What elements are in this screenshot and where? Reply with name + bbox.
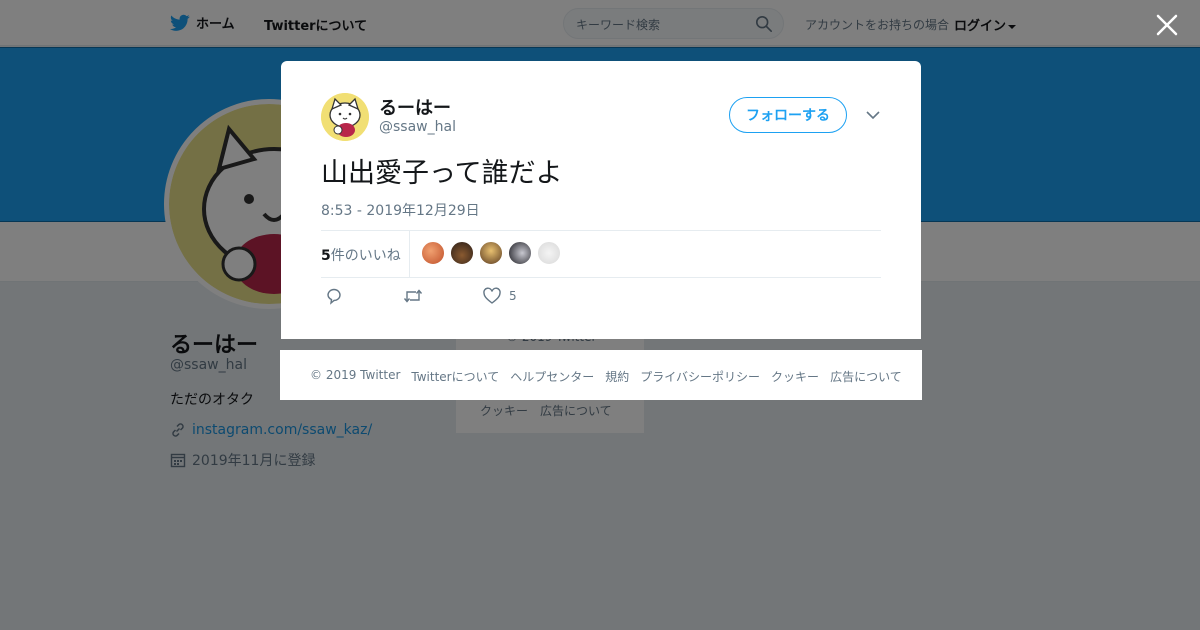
liker-avatar[interactable] [537, 241, 561, 265]
tweet-stats: 5件のいいね [321, 230, 881, 278]
liker-avatar[interactable] [508, 241, 532, 265]
footer-link-about[interactable]: Twitterについて [411, 368, 499, 385]
stats-divider [409, 231, 410, 277]
retweet-icon [403, 289, 423, 303]
like-action[interactable]: 5 [483, 287, 517, 305]
reply-action[interactable] [325, 287, 343, 305]
likes-stat[interactable]: 5件のいいね [321, 245, 401, 265]
like-count: 5 [509, 289, 517, 303]
tweet-modal: るーはー @ssaw_hal フォローする 山出愛子って誰だよ 8:53 - 2… [281, 61, 921, 339]
tweet-author-avatar[interactable] [321, 93, 369, 141]
reply-icon [327, 288, 341, 305]
likes-label: 件のいいね [330, 248, 401, 264]
retweet-action[interactable] [403, 287, 423, 305]
footer-link-privacy[interactable]: プライバシーポリシー [640, 368, 760, 385]
footer-link-ads[interactable]: 広告について [830, 368, 902, 385]
likers-avatars [421, 241, 561, 265]
liker-avatar[interactable] [421, 241, 445, 265]
follow-button-label: フォローする [746, 108, 830, 124]
footer-copyright: © 2019 Twitter [310, 368, 401, 382]
modal-footer: © 2019 Twitter Twitterについて ヘルプセンター 規約 プラ… [280, 350, 922, 400]
footer-link-terms[interactable]: 規約 [605, 368, 629, 385]
tweet-author-handle[interactable]: @ssaw_hal [379, 119, 456, 135]
heart-icon [483, 287, 501, 304]
follow-button[interactable]: フォローする [729, 97, 847, 133]
likes-count: 5 [321, 248, 331, 264]
footer-links: © 2019 Twitter Twitterについて ヘルプセンター 規約 プラ… [310, 368, 902, 385]
tweet-timestamp[interactable]: 8:53 - 2019年12月29日 [321, 200, 480, 220]
tweet-author-name[interactable]: るーはー [379, 94, 451, 120]
footer-link-cookies[interactable]: クッキー [771, 368, 819, 385]
close-icon[interactable] [1154, 12, 1180, 38]
footer-link-help[interactable]: ヘルプセンター [510, 368, 594, 385]
tweet-text: 山出愛子って誰だよ [321, 158, 563, 189]
chevron-down-icon[interactable] [865, 109, 881, 121]
liker-avatar[interactable] [450, 241, 474, 265]
tweet-actions: 5 [321, 287, 621, 311]
liker-avatar[interactable] [479, 241, 503, 265]
cat-avatar-image [321, 93, 369, 141]
